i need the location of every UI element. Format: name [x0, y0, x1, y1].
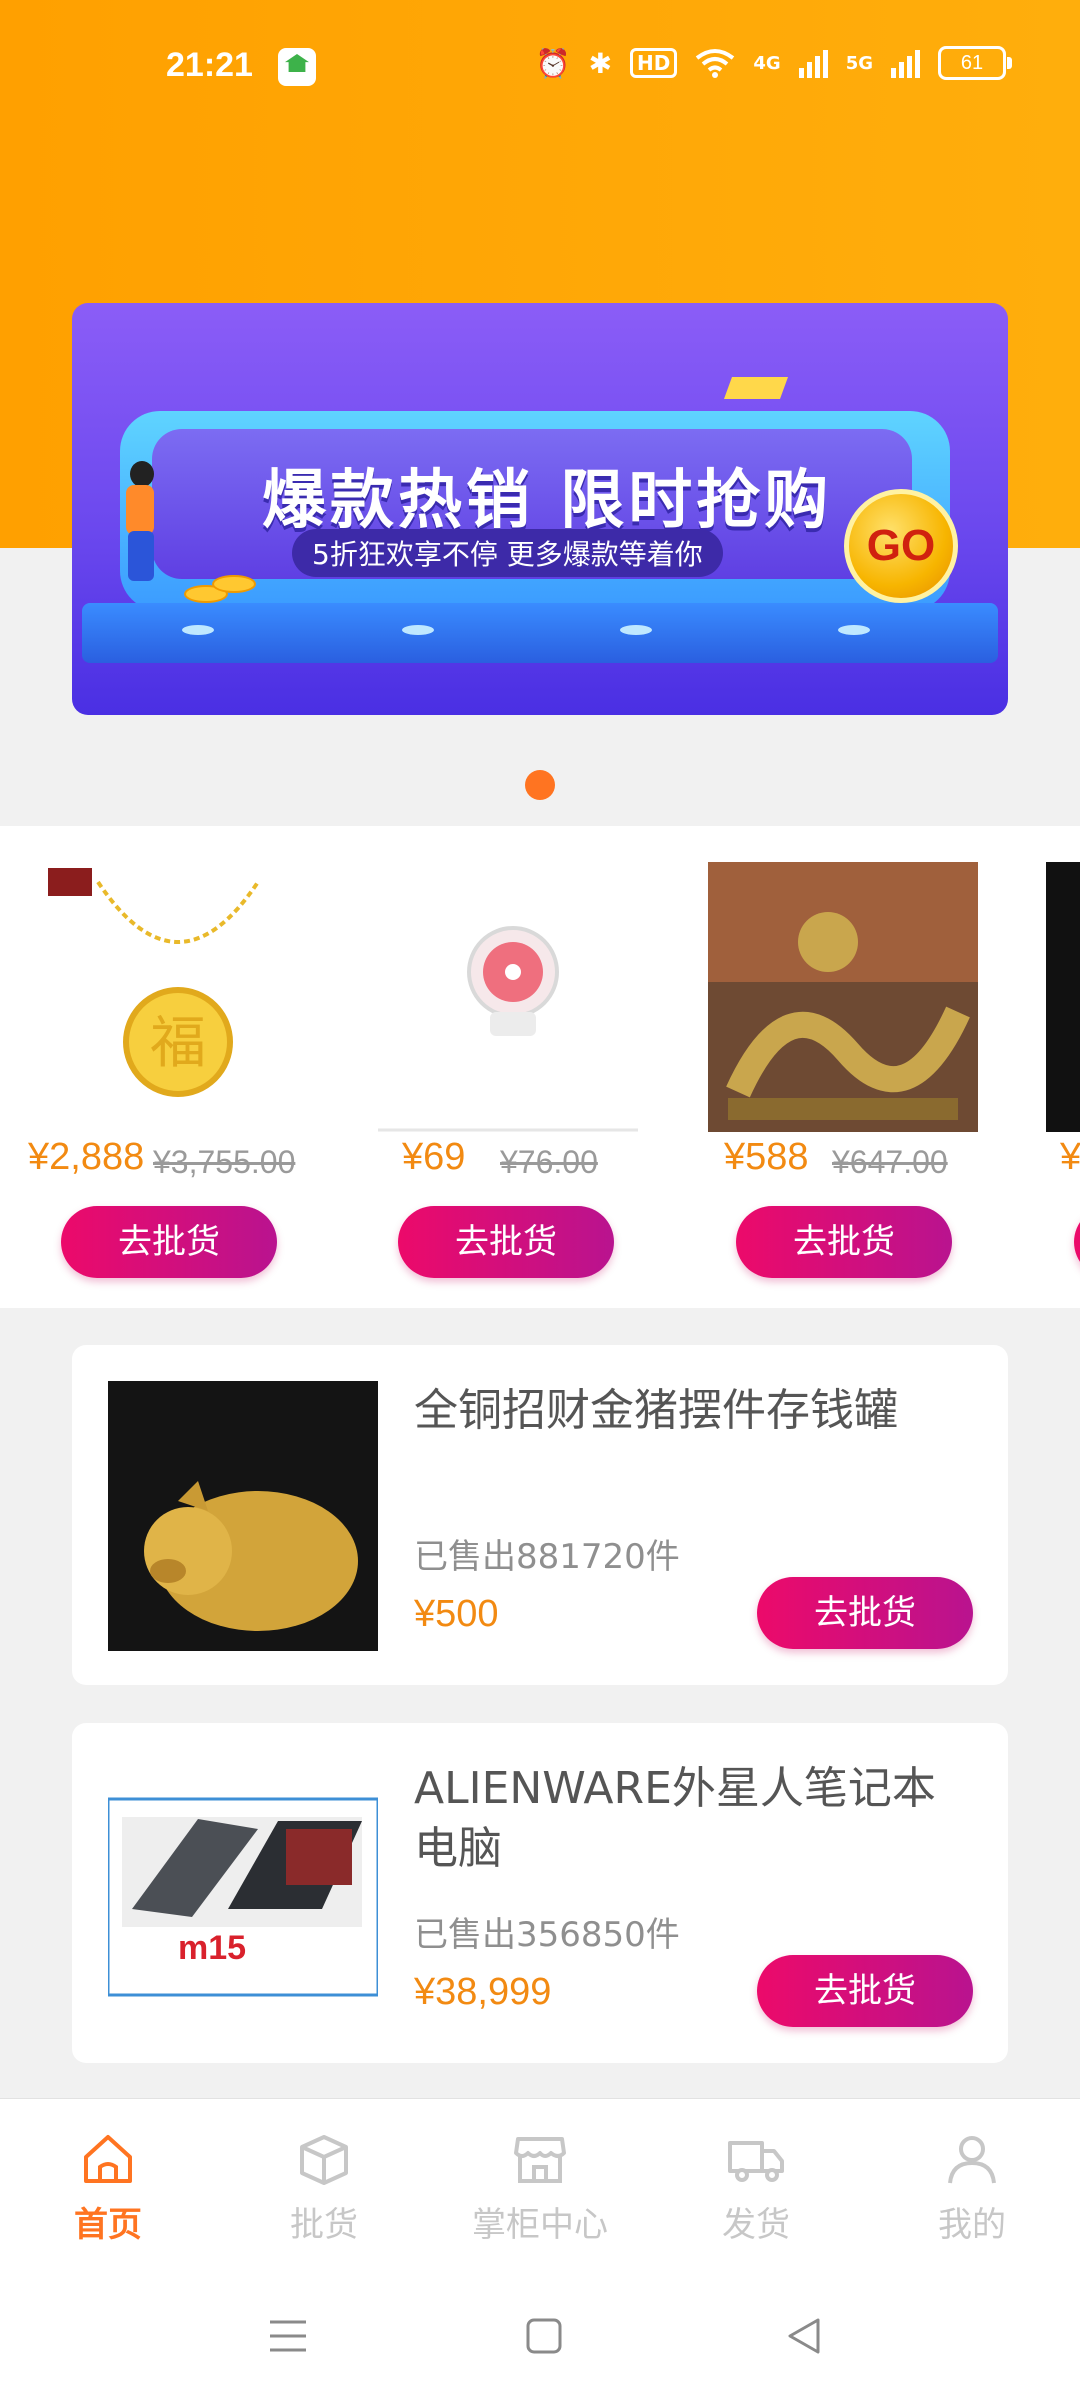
nav-label: 掌柜中心: [472, 2205, 608, 2245]
home-square-icon[interactable]: [524, 2316, 564, 2356]
shelf-light: [182, 625, 214, 635]
runner-illustration: [120, 461, 160, 581]
product-original-price: ¥3,755.00: [153, 1144, 296, 1180]
go-badge[interactable]: GO: [844, 489, 958, 603]
wholesale-button[interactable]: 去批货: [757, 1577, 973, 1649]
product-image-partial: [1046, 862, 1080, 1132]
svg-text:福: 福: [150, 1011, 206, 1076]
clock: 21:21: [166, 46, 253, 84]
home-icon: [84, 2135, 132, 2183]
signal-5g-icon: [891, 48, 920, 78]
carousel-indicator-dot[interactable]: [525, 770, 555, 800]
promo-banner[interactable]: 爆款热销 限时抢购 5折狂欢享不停 更多爆款等着你 GO: [72, 303, 1008, 715]
product-image-gold-necklace: 福: [28, 862, 298, 1132]
product-price: ¥2,888: [28, 1136, 145, 1178]
wholesale-button[interactable]: 去批货: [398, 1206, 614, 1278]
truck-icon: [728, 2141, 784, 2182]
banner-decoration: [723, 377, 789, 399]
alarm-icon: ⏰: [535, 46, 571, 80]
product-price: ¥38,999: [414, 1971, 552, 2013]
nav-label: 批货: [290, 2205, 358, 2245]
product-price: ¥588: [724, 1136, 809, 1178]
system-navigation-bar: [0, 2272, 1080, 2400]
store-icon: [514, 2137, 566, 2183]
nav-label: 发货: [722, 2205, 790, 2245]
sold-count: 已售出881720件: [414, 1537, 680, 1577]
product-title: ALIENWARE外星人笔记本电脑: [414, 1763, 936, 1874]
menu-icon[interactable]: [268, 2316, 308, 2356]
app-notification-icon: [278, 48, 316, 86]
wholesale-button[interactable]: 去批货: [757, 1955, 973, 2027]
bottom-navigation: 首页 批货 掌柜中心 发货 我的: [0, 2098, 1080, 2273]
shelf-light: [620, 625, 652, 635]
wholesale-button[interactable]: 去批货: [736, 1206, 952, 1278]
product-price: ¥69: [402, 1136, 466, 1178]
product-card[interactable]: 福 ¥2,888 ¥3,755.00 去批货: [20, 826, 320, 1308]
shelf-light: [402, 625, 434, 635]
status-bar: 21:21 ⏰ ✱ HD 4G 5G 61: [0, 0, 1080, 135]
banner-subtitle: 5折狂欢享不停 更多爆款等着你: [292, 529, 723, 577]
network-5g-label: 5G: [845, 52, 873, 74]
nav-shopkeeper-center[interactable]: 掌柜中心: [432, 2129, 648, 2249]
signal-4g-icon: [798, 48, 828, 78]
status-icons: ⏰ ✱ HD 4G 5G 61: [535, 46, 1012, 80]
nav-wholesale[interactable]: 批货: [216, 2129, 432, 2249]
product-original-price: ¥76.00: [500, 1144, 598, 1180]
battery-icon: 61: [938, 46, 1012, 80]
coin-illustration: [212, 575, 256, 593]
wifi-icon: [696, 49, 735, 78]
nav-profile[interactable]: 我的: [864, 2129, 1080, 2249]
banner-title: 爆款热销 限时抢购: [262, 464, 833, 538]
shelf-light: [838, 625, 870, 635]
product-image-brass-dragon: [708, 862, 978, 1132]
product-image-golden-pig: [108, 1381, 378, 1651]
product-price: ¥: [1060, 1136, 1080, 1178]
product-card[interactable]: ¥69 ¥76.00 去批货: [358, 826, 658, 1308]
product-list-item[interactable]: m15 ALIENWARE外星人笔记本电脑 已售出356850件 ¥38,999…: [72, 1723, 1008, 2063]
product-image-laptop: m15: [108, 1759, 378, 2029]
box-icon: [300, 2135, 348, 2185]
product-list-item[interactable]: 全铜招财金猪摆件存钱罐 已售出881720件 ¥500 去批货: [72, 1345, 1008, 1685]
product-price: ¥500: [414, 1593, 499, 1635]
product-card[interactable]: ¥: [1046, 826, 1080, 1308]
product-card[interactable]: ¥588 ¥647.00 去批货: [696, 826, 996, 1308]
product-title: 全铜招财金猪摆件存钱罐: [414, 1385, 898, 1436]
nav-label: 我的: [938, 2205, 1006, 2245]
svg-text:m15: m15: [178, 1929, 246, 1967]
wholesale-button[interactable]: 去批货: [61, 1206, 277, 1278]
product-carousel[interactable]: 福 ¥2,888 ¥3,755.00 去批货 ¥69 ¥76.00 去批货 ¥5…: [0, 826, 1080, 1308]
nav-shipping[interactable]: 发货: [648, 2129, 864, 2249]
bluetooth-icon: ✱: [588, 46, 613, 80]
network-4g-label: 4G: [753, 52, 781, 74]
user-icon: [948, 2136, 996, 2184]
product-image-desk-fan: [378, 862, 648, 1132]
product-original-price: ¥647.00: [832, 1144, 948, 1180]
nav-label: 首页: [74, 2205, 142, 2245]
hd-icon: HD: [630, 48, 678, 78]
sold-count: 已售出356850件: [414, 1915, 680, 1955]
back-icon[interactable]: [784, 2316, 824, 2356]
wholesale-button[interactable]: [1074, 1206, 1080, 1278]
nav-home[interactable]: 首页: [0, 2129, 216, 2249]
